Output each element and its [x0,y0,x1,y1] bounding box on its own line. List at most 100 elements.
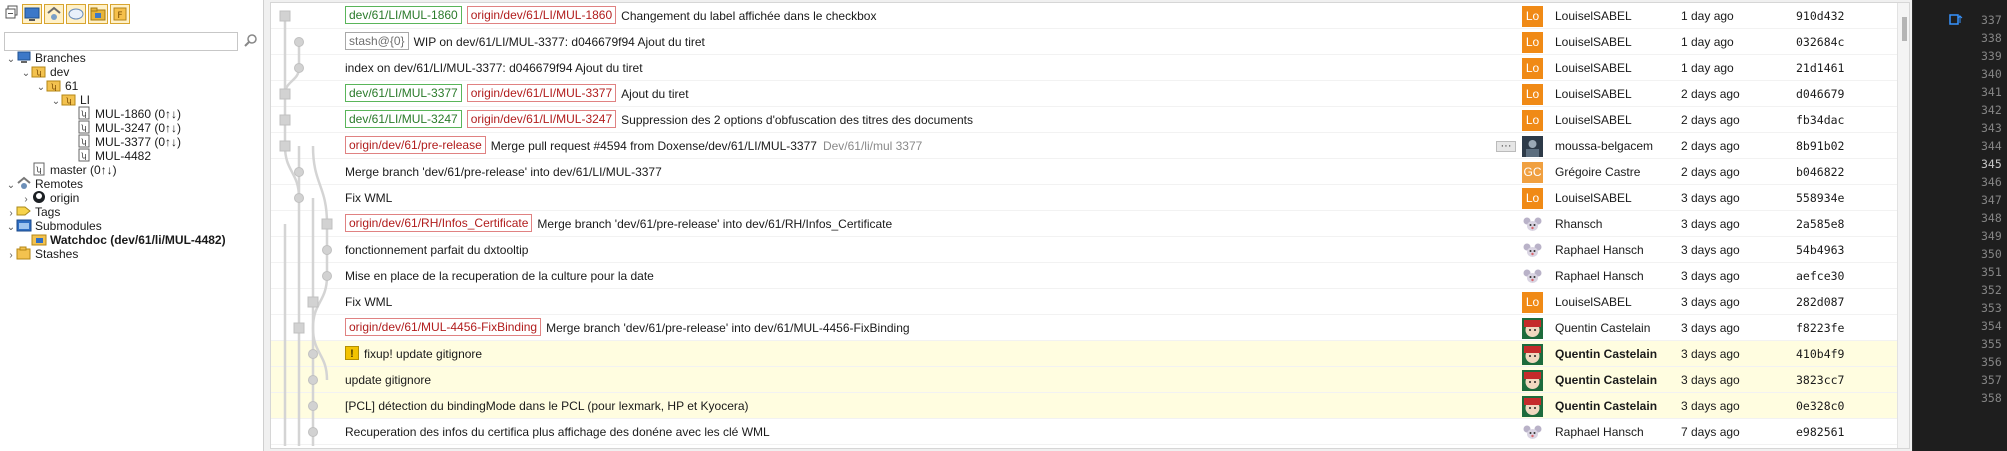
commit-node[interactable] [293,322,305,334]
chevron-down-icon[interactable]: ⌄ [6,51,16,69]
commit-date: 3 days ago [1681,347,1740,361]
commit-sha[interactable]: 54b4963 [1796,237,1866,263]
commit-sha[interactable]: 032684c [1796,29,1866,55]
commit-message-cell: Merge branch 'dev/61/pre-release' into d… [345,159,1575,185]
remote-branch-badge[interactable]: origin/dev/61/LI/MUL-1860 [466,6,617,24]
commit-node[interactable] [279,88,291,100]
commit-node[interactable] [308,349,318,359]
local-branch-badge[interactable]: dev/61/LI/MUL-3377 [345,84,462,102]
commit-row[interactable]: Mise en place de la recuperation de la c… [271,263,1909,289]
remote-view-icon[interactable] [44,4,64,24]
commit-node[interactable] [322,271,332,281]
commit-message: fixup! update gitignore [364,347,483,361]
commit-message: Fix WML [345,191,393,205]
commit-sha[interactable]: 21d1461 [1796,55,1866,81]
vertical-scrollbar[interactable] [1897,3,1909,448]
line-number: 358 [1981,391,2002,405]
commit-sha[interactable]: 2a585e8 [1796,211,1866,237]
remote-branch-badge[interactable]: origin/dev/61/RH/Infos_Certificate [345,214,533,232]
remote-branch-badge[interactable]: origin/dev/61/MUL-4456-FixBinding [345,318,542,336]
submodule-folder-icon [31,232,47,246]
bookmark-icon[interactable] [1949,14,1963,25]
commit-node[interactable] [279,10,291,22]
commit-sha[interactable]: b046822 [1796,159,1866,185]
chevron-down-icon[interactable]: ⌄ [36,79,46,97]
commit-sha[interactable]: 910d432 [1796,3,1866,29]
commit-sha[interactable]: 410b4f9 [1796,341,1866,367]
more-lines-icon[interactable]: ··· [1496,141,1516,152]
commit-date: 3 days ago [1681,373,1740,387]
commit-row[interactable]: origin/dev/61/RH/Infos_Certificate Merge … [271,211,1909,237]
branch-folder-icon[interactable] [88,4,108,24]
collapse-all-icon[interactable] [4,4,20,24]
commit-sha[interactable]: fb34dac [1796,107,1866,133]
commit-sha[interactable]: aefce30 [1796,263,1866,289]
commit-node[interactable] [308,401,318,411]
branch-icon: ʮ [31,162,47,176]
search-icon[interactable] [243,33,259,49]
commit-node[interactable] [308,375,318,385]
commit-sha[interactable]: 558934e [1796,185,1866,211]
local-branch-badge[interactable]: dev/61/LI/MUL-1860 [345,6,462,24]
commit-row[interactable]: ! fixup! update gitignore Quentin Castelai… [271,341,1909,367]
submodule-view-icon[interactable]: F [110,4,130,24]
commit-node[interactable] [307,296,319,308]
commit-sha[interactable]: 282d087 [1796,289,1866,315]
tree-node-stashes[interactable]: › Stashes [6,245,78,263]
commit-message: Merge branch 'dev/61/pre-release' into d… [537,217,893,231]
commit-node[interactable] [294,167,304,177]
commit-row[interactable]: Recuperation des infos du certifica plus… [271,419,1909,445]
repository-tree-panel: F ⌄ Branches ⌄ ʮ dev ⌄ ʮ 61 ⌄ ʮ LI ʮ MUL-1860 (0↑↓) ʮ… [0,0,264,451]
chevron-down-icon[interactable]: ⌄ [21,65,31,83]
commit-node[interactable] [294,63,304,73]
avatar [1522,370,1543,391]
commit-sha[interactable]: d046679 [1796,81,1866,107]
commit-row[interactable]: origin/dev/61/pre-release Merge pull requ… [271,133,1909,159]
commit-sha[interactable]: 8b91b02 [1796,133,1866,159]
commit-sha[interactable]: e982561 [1796,419,1866,445]
commit-author: LouiselSABEL [1555,9,1632,23]
commit-row[interactable]: update gitignore Quentin Castelain 3 days … [271,367,1909,393]
commit-row[interactable]: dev/61/LI/MUL-1860 origin/dev/61/LI/MUL-1… [271,3,1909,29]
repository-view-icon[interactable] [22,4,42,24]
commit-node[interactable] [279,140,291,152]
commit-message: Mise en place de la recuperation de la c… [345,269,654,283]
commit-row[interactable]: origin/dev/61/MUL-4456-FixBinding Merge b… [271,315,1909,341]
commit-row[interactable]: dev/61/LI/MUL-3377 origin/dev/61/LI/MUL-3… [271,81,1909,107]
commit-row[interactable]: [PCL] détection du bindingMode dans le P… [271,393,1909,419]
app-window: F ⌄ Branches ⌄ ʮ dev ⌄ ʮ 61 ⌄ ʮ LI ʮ MUL-1860 (0↑↓) ʮ… [0,0,2007,451]
chevron-right-icon[interactable]: › [6,247,16,265]
local-branch-badge[interactable]: dev/61/LI/MUL-3247 [345,110,462,128]
avatar: Lo [1522,6,1543,27]
commit-date: 2 days ago [1681,87,1740,101]
stash-badge[interactable]: stash@{0} [345,32,409,50]
commit-row[interactable]: Fix WML Lo LouiselSABEL 3 days ago 282d087 [271,289,1909,315]
chevron-down-icon[interactable]: ⌄ [51,93,61,111]
commit-node[interactable] [308,427,318,437]
commit-node[interactable] [322,245,332,255]
commit-node[interactable] [279,114,291,126]
commit-sha[interactable]: 3823cc7 [1796,367,1866,393]
commit-row[interactable]: index on dev/61/LI/MUL-3377: d046679f94 … [271,55,1909,81]
commit-node[interactable] [294,193,304,203]
commit-author: LouiselSABEL [1555,35,1632,49]
commit-node[interactable] [294,37,304,47]
tags-view-icon[interactable] [66,4,86,24]
commit-sha[interactable]: f8223fe [1796,315,1866,341]
commit-sha[interactable]: 0e328c0 [1796,393,1866,419]
commit-row[interactable]: stash@{0} WIP on dev/61/LI/MUL-3377: d046… [271,29,1909,55]
commit-row[interactable]: Fix WML Lo LouiselSABEL 3 days ago 558934e [271,185,1909,211]
avatar: GC [1522,162,1543,183]
commit-node[interactable] [321,218,333,230]
line-number: 344 [1981,139,2002,153]
remote-branch-badge[interactable]: origin/dev/61/pre-release [345,136,486,154]
chevron-down-icon[interactable]: ⌄ [6,219,16,237]
chevron-down-icon[interactable]: ⌄ [6,177,16,195]
commit-row[interactable]: Merge branch 'dev/61/pre-release' into d… [271,159,1909,185]
commit-row[interactable]: fonctionnement parfait du dxtooltip Rapha… [271,237,1909,263]
remote-branch-badge[interactable]: origin/dev/61/LI/MUL-3377 [466,84,617,102]
commit-row[interactable]: dev/61/LI/MUL-3247 origin/dev/61/LI/MUL-3… [271,107,1909,133]
scrollbar-thumb[interactable] [1902,17,1907,41]
folder-icon: ʮ [31,64,47,78]
remote-branch-badge[interactable]: origin/dev/61/LI/MUL-3247 [466,110,617,128]
